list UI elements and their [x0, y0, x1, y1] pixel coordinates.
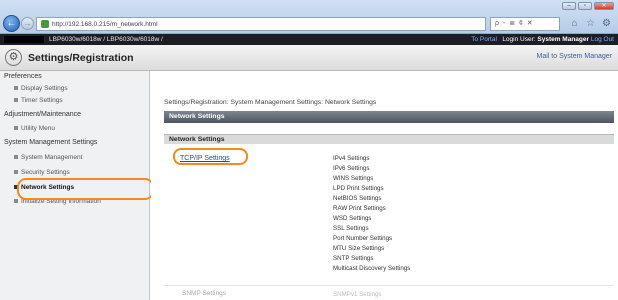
star-icon[interactable]: ☆ [584, 17, 597, 30]
url-text: http://192.168.0.215/m_network.html [52, 20, 158, 28]
subitem-multicast: Multicast Discovery Settings [333, 265, 411, 272]
address-tools[interactable]: ρ - ≣ ¢ ✕ [490, 17, 560, 31]
login-user-label: Login User: [502, 36, 536, 43]
section-heading: Network Settings [164, 134, 614, 144]
bullet-icon [14, 126, 18, 131]
page-title: Settings/Registration [28, 52, 134, 64]
address-bar[interactable]: http://192.168.0.215/m_network.html [36, 17, 486, 31]
back-button[interactable]: ← [3, 15, 20, 32]
subitem-wsd: WSD Settings [333, 215, 372, 222]
settings-gear-icon: ⚙ [5, 49, 22, 66]
sidebar-heading-preferences: Preferences [4, 73, 42, 80]
page-header: ⚙ Settings/Registration Mail to System M… [0, 45, 618, 71]
home-icon[interactable]: ⌂ [568, 17, 581, 30]
subitem-snmpv1: SNMPv1 Settings [333, 291, 382, 298]
bullet-icon [14, 199, 18, 204]
divider [164, 285, 614, 286]
device-topbar: LBP6030w/6018w / LBP6030w/6018w / To Por… [0, 34, 618, 45]
sidebar-item-display-settings[interactable]: Display Settings [14, 85, 68, 92]
forward-button[interactable]: → [21, 17, 34, 30]
maximize-button[interactable]: ▫ [578, 2, 592, 10]
sidebar-heading-adjustment: Adjustment/Maintenance [4, 111, 82, 118]
subitem-mtu: MTU Size Settings [333, 245, 385, 252]
browser-toolbar-icons: ⌂ ☆ ⚙ [568, 17, 613, 30]
gear-icon[interactable]: ⚙ [600, 17, 613, 30]
tcpip-settings-highlight [173, 148, 248, 165]
subitem-ipv6: IPv6 Settings [333, 165, 370, 172]
minimize-button[interactable]: – [562, 2, 576, 10]
bullet-icon [14, 170, 18, 175]
subitem-ipv4: IPv4 Settings [333, 155, 370, 162]
mail-to-system-manager-link[interactable]: Mail to System Manager [537, 53, 612, 60]
sidebar-item-security-settings[interactable]: Security Settings [14, 169, 70, 176]
window-controls: – ▫ ✕ [562, 2, 614, 10]
log-out-link[interactable]: Log Out [591, 36, 614, 43]
snmp-settings-link[interactable]: SNMP Settings [182, 290, 226, 297]
browser-chrome: – ▫ ✕ ← → http://192.168.0.215/m_network… [0, 0, 618, 34]
bullet-icon [14, 155, 18, 160]
bullet-icon [14, 98, 18, 103]
sidebar-item-timer-settings[interactable]: Timer Settings [14, 97, 63, 104]
bullet-icon [14, 86, 18, 91]
subitem-raw: RAW Print Settings [333, 205, 386, 212]
content-title-bar: Network Settings [164, 111, 614, 123]
sidebar-item-utility-menu[interactable]: Utility Menu [14, 125, 55, 132]
main-content: Settings/Registration: System Management… [151, 71, 618, 300]
to-portal-link[interactable]: To Portal [471, 36, 497, 43]
network-settings-highlight [17, 178, 154, 200]
topbar-links: To Portal Login User: System Manager Log… [471, 34, 614, 45]
subitem-sntp: SNTP Settings [333, 255, 374, 262]
login-user-value: System Manager [537, 36, 590, 43]
subitem-lpd: LPD Print Settings [333, 185, 384, 192]
subitem-wins: WINS Settings [333, 175, 374, 182]
subitem-port-number: Port Number Settings [333, 235, 393, 242]
device-name-redacted [4, 36, 44, 43]
subitem-ssl: SSL Settings [333, 225, 369, 232]
device-path: LBP6030w/6018w / LBP6030w/6018w / [49, 36, 163, 43]
site-favicon-icon [41, 20, 49, 28]
sidebar-heading-system-management: System Management Settings [4, 139, 98, 146]
sidebar-item-system-management[interactable]: System Management [14, 154, 82, 161]
breadcrumb: Settings/Registration: System Management… [164, 99, 377, 106]
subitem-netbios: NetBIOS Settings [333, 195, 382, 202]
close-button[interactable]: ✕ [594, 2, 614, 10]
